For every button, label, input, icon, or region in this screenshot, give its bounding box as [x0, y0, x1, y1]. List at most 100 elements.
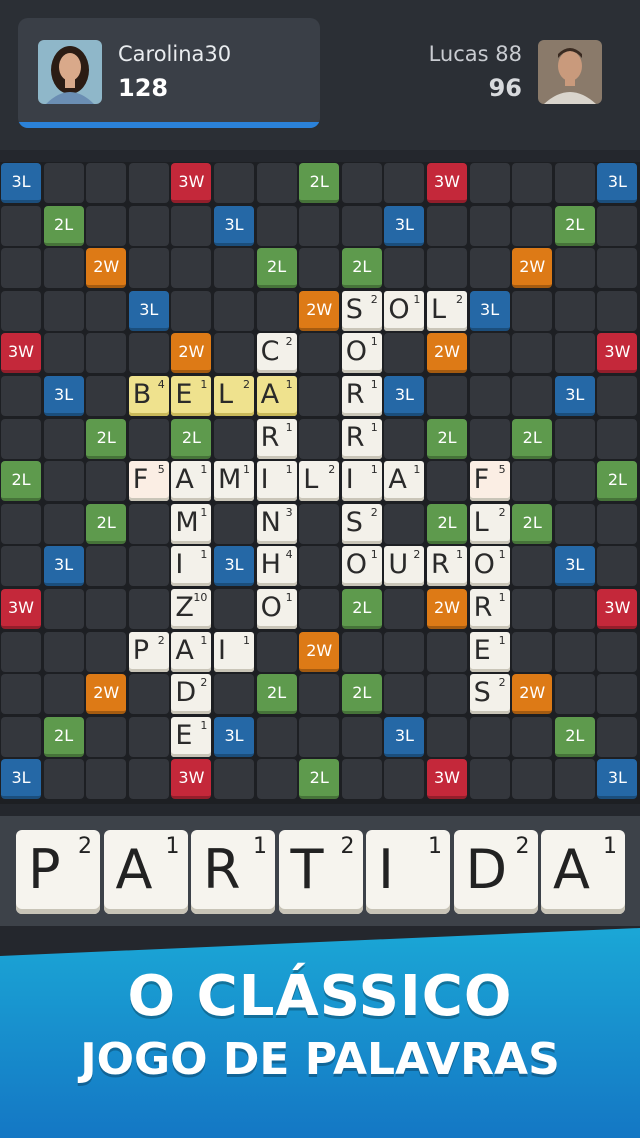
board-tile[interactable]: R1 — [341, 418, 382, 459]
premium-square-3w[interactable]: 3W — [427, 163, 467, 203]
board-cell[interactable] — [554, 589, 595, 629]
board-cell[interactable] — [214, 674, 254, 715]
board-tile[interactable]: M1 — [214, 461, 254, 502]
board-cell[interactable] — [512, 589, 553, 629]
board-cell[interactable] — [597, 248, 638, 289]
board-tile[interactable]: S2 — [469, 674, 510, 715]
board-tile[interactable]: I1 — [171, 546, 212, 587]
board-cell[interactable] — [214, 290, 254, 331]
board-cell[interactable] — [469, 205, 510, 246]
premium-square-3l[interactable]: 3L — [214, 716, 254, 757]
premium-square-3l[interactable]: 3L — [1, 163, 41, 203]
board-tile[interactable]: F5 — [469, 461, 510, 502]
board-cell[interactable] — [1, 376, 41, 416]
board-cell[interactable] — [341, 631, 382, 672]
board-tile[interactable]: B4 — [128, 376, 169, 416]
board-tile[interactable]: S2 — [341, 503, 382, 544]
board-cell[interactable] — [469, 333, 510, 374]
premium-square-2w[interactable]: 2W — [427, 589, 467, 629]
board-cell[interactable] — [384, 333, 425, 374]
board-cell[interactable] — [427, 716, 467, 757]
board-tile[interactable]: I1 — [256, 461, 297, 502]
premium-square-2w[interactable]: 2W — [299, 631, 340, 672]
board-cell[interactable] — [214, 503, 254, 544]
premium-square-3l[interactable]: 3L — [554, 546, 595, 587]
board-cell[interactable] — [128, 589, 169, 629]
board-cell[interactable] — [86, 461, 127, 502]
board-tile[interactable]: I1 — [214, 631, 254, 672]
board-tile[interactable]: A1 — [384, 461, 425, 502]
board-cell[interactable] — [384, 163, 425, 203]
board-tile[interactable]: R1 — [427, 546, 467, 587]
board-cell[interactable] — [86, 376, 127, 416]
game-board[interactable]: 3L 3W 2L 3W 3L 2L 3L 3L 2L 2W 2L 2L 2W 3L 2W S 2 O 1 L 2 3L 3W… — [0, 162, 640, 804]
board-cell[interactable] — [469, 716, 510, 757]
board-cell[interactable] — [299, 205, 340, 246]
board-tile[interactable]: P2 — [128, 631, 169, 672]
board-tile[interactable]: O1 — [341, 546, 382, 587]
board-cell[interactable] — [86, 290, 127, 331]
board-cell[interactable] — [427, 205, 467, 246]
board-cell[interactable] — [43, 418, 84, 459]
premium-square-2w[interactable]: 2W — [86, 248, 127, 289]
board-cell[interactable] — [128, 333, 169, 374]
premium-square-2l[interactable]: 2L — [427, 418, 467, 459]
board-cell[interactable] — [597, 503, 638, 544]
premium-square-2l[interactable]: 2L — [554, 716, 595, 757]
board-cell[interactable] — [86, 759, 127, 800]
board-tile[interactable]: E1 — [171, 716, 212, 757]
board-cell[interactable] — [86, 333, 127, 374]
board-cell[interactable] — [43, 503, 84, 544]
board-cell[interactable] — [469, 759, 510, 800]
board-cell[interactable] — [427, 461, 467, 502]
board-cell[interactable] — [384, 589, 425, 629]
board-tile[interactable]: L2 — [427, 290, 467, 331]
premium-square-2w[interactable]: 2W — [299, 290, 340, 331]
board-cell[interactable] — [512, 205, 553, 246]
premium-square-2l[interactable]: 2L — [256, 674, 297, 715]
board-cell[interactable] — [43, 589, 84, 629]
board-cell[interactable] — [128, 546, 169, 587]
board-cell[interactable] — [384, 503, 425, 544]
board-cell[interactable] — [86, 631, 127, 672]
board-tile[interactable]: D2 — [171, 674, 212, 715]
board-cell[interactable] — [384, 248, 425, 289]
board-cell[interactable] — [597, 205, 638, 246]
board-cell[interactable] — [256, 631, 297, 672]
board-tile[interactable]: M1 — [171, 503, 212, 544]
rack-tile[interactable]: R1 — [191, 830, 275, 914]
board-cell[interactable] — [554, 674, 595, 715]
premium-square-3w[interactable]: 3W — [171, 163, 212, 203]
board-cell[interactable] — [341, 205, 382, 246]
premium-square-3l[interactable]: 3L — [43, 546, 84, 587]
premium-square-2l[interactable]: 2L — [341, 589, 382, 629]
board-cell[interactable] — [256, 205, 297, 246]
board-cell[interactable] — [427, 376, 467, 416]
premium-square-2l[interactable]: 2L — [256, 248, 297, 289]
board-cell[interactable] — [171, 205, 212, 246]
board-cell[interactable] — [554, 503, 595, 544]
rack-tile[interactable]: A1 — [103, 830, 188, 914]
board-cell[interactable] — [469, 163, 510, 203]
board-cell[interactable] — [214, 163, 254, 203]
board-tile[interactable]: E1 — [469, 631, 510, 672]
board-cell[interactable] — [469, 418, 510, 459]
board-cell[interactable] — [512, 333, 553, 374]
board-cell[interactable] — [214, 418, 254, 459]
board-cell[interactable] — [1, 248, 41, 289]
board-cell[interactable] — [1, 290, 41, 331]
board-cell[interactable] — [427, 248, 467, 289]
board-cell[interactable] — [597, 674, 638, 715]
premium-square-2l[interactable]: 2L — [43, 205, 84, 246]
board-cell[interactable] — [43, 163, 84, 203]
board-cell[interactable] — [597, 546, 638, 587]
board-cell[interactable] — [299, 589, 340, 629]
board-cell[interactable] — [1, 205, 41, 246]
board-cell[interactable] — [597, 376, 638, 416]
board-tile[interactable]: O1 — [256, 589, 297, 629]
board-tile[interactable]: H4 — [256, 546, 297, 587]
board-cell[interactable] — [1, 418, 41, 459]
board-cell[interactable] — [43, 333, 84, 374]
board-cell[interactable] — [256, 716, 297, 757]
board-cell[interactable] — [43, 674, 84, 715]
